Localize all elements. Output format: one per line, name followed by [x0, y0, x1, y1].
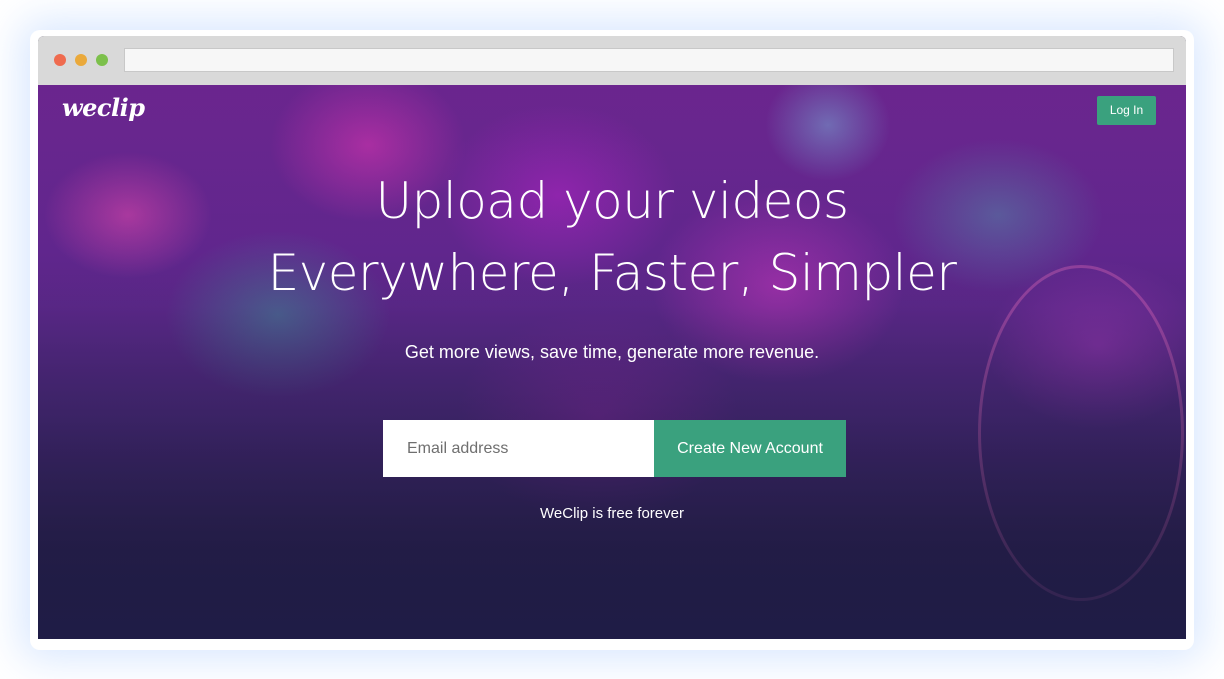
minimize-window-icon[interactable] — [75, 54, 87, 66]
headline-line-2: Everywhere, Faster, Simpler — [267, 244, 957, 302]
headline-line-1: Upload your videos — [375, 172, 849, 230]
maximize-window-icon[interactable] — [96, 54, 108, 66]
login-button[interactable]: Log In — [1097, 96, 1156, 125]
page-viewport: weclip Log In Upload your videos Everywh… — [38, 85, 1186, 639]
browser-window: weclip Log In Upload your videos Everywh… — [38, 36, 1186, 639]
browser-toolbar — [38, 36, 1186, 85]
email-field[interactable] — [383, 420, 654, 477]
signup-form: Create New Account — [383, 420, 846, 477]
free-forever-note: WeClip is free forever — [540, 505, 684, 522]
hero-subheadline: Get more views, save time, generate more… — [404, 342, 820, 362]
weclip-logo[interactable]: weclip — [62, 93, 145, 122]
create-account-button[interactable]: Create New Account — [654, 420, 846, 477]
hero-headline: Upload your videos Everywhere, Faster, S… — [38, 165, 1186, 309]
close-window-icon[interactable] — [54, 54, 66, 66]
address-bar[interactable] — [124, 48, 1174, 72]
